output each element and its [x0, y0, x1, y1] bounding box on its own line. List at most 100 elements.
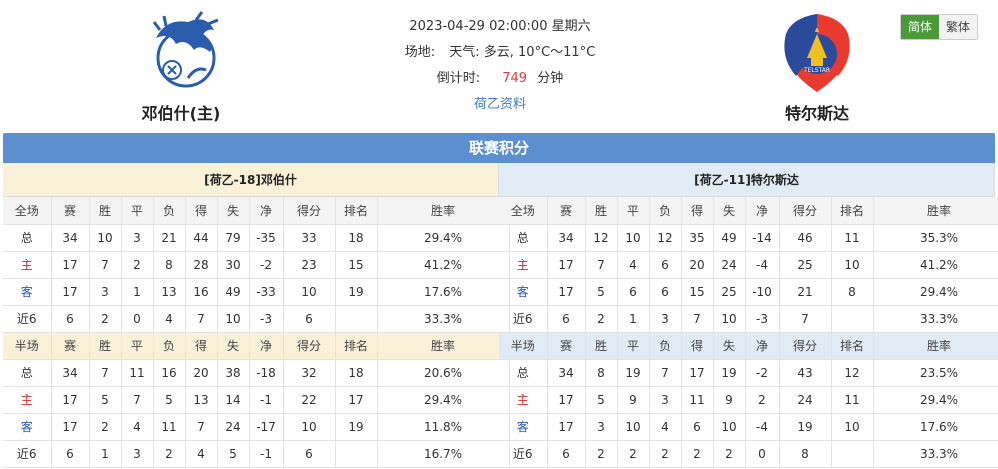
countdown-value: 749	[502, 71, 528, 86]
stat-cell: 8	[153, 251, 186, 279]
stat-cell: 17	[51, 278, 90, 306]
stat-cell: 33.3%	[377, 305, 510, 333]
column-header: 平	[617, 197, 650, 225]
column-header: 失	[217, 197, 250, 225]
stat-cell: 17.6%	[377, 278, 510, 306]
stat-cell: 12	[585, 224, 618, 252]
stat-cell: 44	[185, 224, 218, 252]
row-type-total: 总	[3, 359, 52, 387]
stat-cell: 16	[185, 278, 218, 306]
stat-cell: 7	[585, 251, 618, 279]
stat-cell: 2	[681, 440, 714, 468]
stat-cell: 35	[681, 224, 714, 252]
stat-cell	[831, 440, 874, 468]
stat-cell: 49	[217, 278, 250, 306]
full-label: 全场	[499, 197, 548, 225]
home-team-name[interactable]: 邓伯什(主)	[101, 100, 261, 124]
stat-cell: 9	[713, 386, 746, 414]
stat-cell: 7	[185, 413, 218, 441]
column-header: 胜	[585, 332, 618, 360]
stat-cell: 6	[547, 440, 586, 468]
column-header: 胜率	[377, 197, 510, 225]
home-full-header-row: 全场赛胜平负得失净得分 排名 胜率	[3, 197, 510, 225]
row-type-last6: 近6	[3, 305, 52, 333]
stat-cell: 10	[831, 251, 874, 279]
stat-cell: 7	[89, 251, 122, 279]
stat-cell: 20	[185, 359, 218, 387]
stat-cell: 6	[51, 440, 90, 468]
column-header: 排名	[831, 197, 874, 225]
row-type-last6: 近6	[3, 440, 52, 468]
stat-cell: -18	[249, 359, 284, 387]
stat-cell: 6	[547, 305, 586, 333]
language-switch: 简体 繁体	[900, 14, 978, 40]
row-type-last6: 近6	[499, 440, 548, 468]
away-team-name[interactable]: 特尔斯达	[737, 100, 897, 124]
stat-cell: 17	[51, 386, 90, 414]
stat-cell: 17	[547, 278, 586, 306]
table-row: 客 17 3 1 13 16 49 -33 10 19 17.6%	[3, 278, 510, 306]
traditional-chinese-button[interactable]: 繁体	[939, 15, 977, 39]
table-row: 主 17 7 2 8 28 30 -2 23 15 41.2%	[3, 251, 510, 279]
stat-cell: 2	[713, 440, 746, 468]
svg-text:TELSTAR: TELSTAR	[803, 67, 830, 74]
stat-cell: 2	[745, 386, 780, 414]
table-row: 近6 6 2 1 3 7 10 -3 7 33.3%	[499, 305, 998, 333]
league-info-link[interactable]: 荷乙资料	[474, 97, 526, 112]
stat-cell: 10	[617, 224, 650, 252]
simplified-chinese-button[interactable]: 简体	[901, 15, 939, 39]
stat-cell: -3	[249, 305, 284, 333]
stat-cell: 2	[153, 440, 186, 468]
stat-cell	[335, 305, 378, 333]
stat-cell: 34	[547, 224, 586, 252]
stat-cell: 18	[335, 359, 378, 387]
stat-cell: 8	[779, 440, 832, 468]
stat-cell: 4	[121, 413, 154, 441]
stat-cell: 11	[831, 224, 874, 252]
row-type-away: 客	[499, 413, 548, 441]
stat-cell: 3	[585, 413, 618, 441]
stat-cell: 34	[547, 359, 586, 387]
stat-cell: 5	[585, 278, 618, 306]
stat-cell: 11.8%	[377, 413, 510, 441]
stat-cell: 10	[713, 413, 746, 441]
stat-cell: 11	[153, 413, 186, 441]
stat-cell: 3	[89, 278, 122, 306]
home-standings-table: 全场赛胜平负得失净得分 排名 胜率总 34 10 3 21 44 79 -35 33 18 29.4% 主…	[3, 197, 510, 468]
stat-cell: 14	[217, 386, 250, 414]
stat-cell: 38	[217, 359, 250, 387]
column-header: 得	[185, 332, 218, 360]
row-type-home: 主	[499, 251, 548, 279]
away-team[interactable]: TELSTAR 特尔斯达	[737, 8, 897, 124]
stat-cell: 10	[89, 224, 122, 252]
stat-cell: 8	[585, 359, 618, 387]
column-header: 排名	[335, 197, 378, 225]
row-type-total: 总	[499, 224, 548, 252]
stat-cell: 6	[283, 305, 336, 333]
venue-label: 场地:	[404, 45, 436, 60]
league-standings: 联赛积分 [荷乙-18]邓伯什 全场赛胜平负得失净得分 排名 胜率总 34 10 3 21 4…	[3, 133, 998, 468]
full-label: 全场	[3, 197, 52, 225]
stat-cell: 6	[649, 251, 682, 279]
stat-cell: 34	[51, 359, 90, 387]
stat-cell	[335, 440, 378, 468]
stat-cell: 7	[779, 305, 832, 333]
home-half-header-row: 半场赛胜平负得失净得分 排名 胜率	[3, 332, 510, 360]
home-team[interactable]: 邓伯什(主)	[101, 8, 261, 124]
stat-cell: 20.6%	[377, 359, 510, 387]
table-row: 近6 6 2 0 4 7 10 -3 6 33.3%	[3, 305, 510, 333]
row-type-home: 主	[3, 251, 52, 279]
stat-cell: 30	[217, 251, 250, 279]
stat-cell: 29.4%	[377, 386, 510, 414]
stat-cell: 25	[713, 278, 746, 306]
table-row: 客 17 5 6 6 15 25 -10 21 8 29.4%	[499, 278, 998, 306]
stat-cell: 35.3%	[873, 224, 998, 252]
stat-cell: 1	[89, 440, 122, 468]
stat-cell: 11	[681, 386, 714, 414]
stat-cell: 24	[713, 251, 746, 279]
stat-cell: 17	[681, 359, 714, 387]
column-header: 净	[249, 332, 284, 360]
stat-cell: 46	[779, 224, 832, 252]
stat-cell: 5	[89, 386, 122, 414]
table-row: 客 17 2 4 11 7 24 -17 10 19 11.8%	[3, 413, 510, 441]
